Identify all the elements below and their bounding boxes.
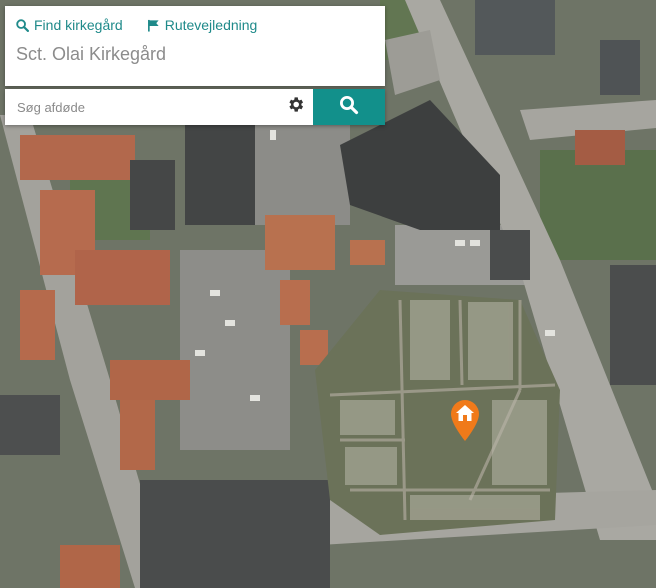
building bbox=[110, 360, 190, 400]
building bbox=[575, 130, 625, 165]
find-cemetery-link[interactable]: Find kirkegård bbox=[16, 17, 123, 33]
building bbox=[120, 400, 155, 470]
green-area bbox=[540, 150, 656, 260]
building bbox=[130, 160, 175, 230]
building bbox=[0, 395, 60, 455]
building bbox=[60, 545, 120, 588]
settings-button[interactable] bbox=[277, 89, 313, 125]
building bbox=[185, 125, 255, 225]
building bbox=[20, 135, 135, 180]
building bbox=[610, 265, 656, 385]
building bbox=[280, 280, 310, 325]
search-bar bbox=[5, 89, 385, 125]
building bbox=[20, 290, 55, 360]
home-map-marker-icon bbox=[449, 400, 481, 446]
parking-lot bbox=[255, 125, 350, 225]
building bbox=[475, 0, 555, 55]
search-icon bbox=[339, 95, 359, 120]
find-cemetery-label: Find kirkegård bbox=[34, 17, 123, 33]
route-label: Rutevejledning bbox=[164, 17, 258, 33]
gear-icon bbox=[286, 95, 305, 119]
flag-icon bbox=[147, 19, 160, 32]
cemetery-location-marker[interactable] bbox=[449, 398, 481, 442]
building bbox=[490, 230, 530, 280]
search-icon bbox=[16, 18, 29, 32]
search-deceased-input[interactable] bbox=[5, 89, 277, 125]
building bbox=[75, 250, 170, 305]
building bbox=[600, 40, 640, 95]
cemetery-panel: Find kirkegård Rutevejledning Sct. Olai … bbox=[5, 6, 385, 86]
route-link[interactable]: Rutevejledning bbox=[147, 17, 258, 33]
building bbox=[140, 480, 330, 588]
cemetery-name: Sct. Olai Kirkegård bbox=[16, 44, 167, 64]
panel-links: Find kirkegård Rutevejledning bbox=[16, 17, 257, 33]
building bbox=[265, 215, 335, 270]
building bbox=[350, 240, 385, 265]
search-button[interactable] bbox=[313, 89, 385, 125]
